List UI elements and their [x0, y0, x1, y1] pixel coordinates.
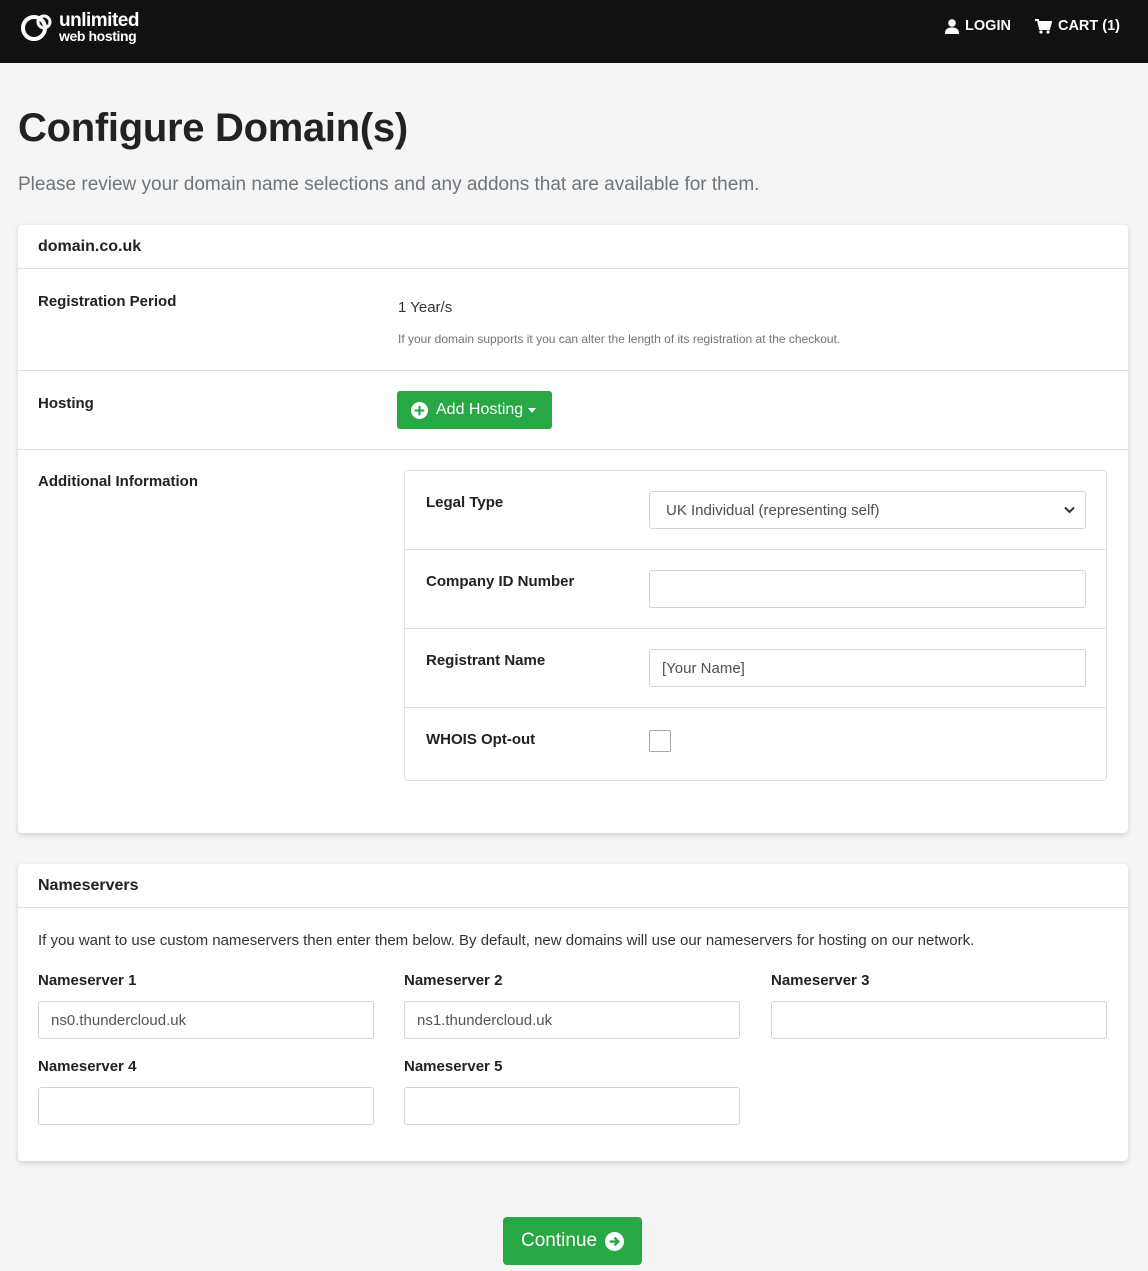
registration-period-row: Registration Period 1 Year/s If your dom… [18, 269, 1128, 371]
logo-icon [21, 14, 52, 41]
hosting-row: Hosting Add Hosting [18, 371, 1128, 450]
registrant-name-label: Registrant Name [426, 652, 546, 669]
continue-label: Continue [520, 1230, 598, 1251]
registration-period-label: Registration Period [38, 293, 177, 310]
whois-optout-checkbox[interactable] [649, 730, 671, 752]
add-hosting-button[interactable]: Add Hosting [397, 391, 552, 429]
nameserver-2-input[interactable]: ns1.thundercloud.uk [404, 1001, 740, 1039]
whois-optout-row: WHOIS Opt-out [405, 708, 1106, 780]
nameserver-4-label: Nameserver 4 [38, 1058, 137, 1075]
registrant-name-input[interactable]: [Your Name] [649, 649, 1086, 687]
whois-optout-label: WHOIS Opt-out [426, 731, 536, 748]
hosting-label: Hosting [38, 395, 94, 412]
login-link[interactable]: LOGIN [945, 18, 1011, 34]
continue-button[interactable]: Continue [503, 1217, 642, 1265]
page-title: Configure Domain(s) [18, 106, 408, 150]
brand-logo[interactable]: unlimited web hosting [17, 10, 139, 44]
chevron-down-icon [1064, 506, 1075, 514]
nameservers-card: Nameservers If you want to use custom na… [18, 864, 1128, 1161]
company-id-label: Company ID Number [426, 573, 575, 590]
legal-type-row: Legal Type UK Individual (representing s… [405, 471, 1106, 550]
registrant-name-row: Registrant Name [Your Name] [405, 629, 1106, 708]
arrow-circle-right-icon [605, 1231, 625, 1251]
nameserver-1-input[interactable]: ns0.thundercloud.uk [38, 1001, 374, 1039]
plus-circle-icon [411, 401, 428, 419]
additional-information-row: Additional Information Legal Type UK Ind… [18, 450, 1128, 810]
domain-card: domain.co.uk Registration Period 1 Year/… [18, 225, 1128, 833]
cart-link[interactable]: CART (1) [1034, 18, 1120, 34]
brand-text: unlimited web hosting [59, 11, 139, 43]
login-label: LOGIN [965, 18, 1011, 34]
cart-label: CART (1) [1057, 18, 1120, 34]
nameserver-4-input[interactable] [38, 1087, 374, 1125]
legal-type-label: Legal Type [426, 494, 504, 511]
legal-type-value: UK Individual (representing self) [666, 501, 880, 519]
nameservers-description: If you want to use custom nameservers th… [38, 932, 975, 949]
additional-fields-panel: Legal Type UK Individual (representing s… [404, 470, 1107, 781]
registration-period-help: If your domain supports it you can alter… [398, 332, 841, 346]
nameserver-3-label: Nameserver 3 [771, 972, 870, 989]
caret-down-icon [528, 407, 537, 413]
cart-icon [1034, 18, 1052, 34]
nameserver-5-label: Nameserver 5 [404, 1058, 503, 1075]
nameservers-heading: Nameservers [18, 864, 1128, 908]
nameserver-1-label: Nameserver 1 [38, 972, 137, 989]
brand-line2: web hosting [59, 28, 137, 44]
user-icon [945, 18, 960, 34]
legal-type-select[interactable]: UK Individual (representing self) [649, 491, 1086, 529]
company-id-input[interactable] [649, 570, 1086, 608]
company-id-row: Company ID Number [405, 550, 1106, 629]
page-subtitle: Please review your domain name selection… [18, 174, 760, 195]
additional-information-label: Additional Information [38, 473, 198, 490]
top-nav: LOGIN CART (1) [945, 18, 1120, 34]
registration-period-value: 1 Year/s [398, 299, 453, 316]
nameserver-2-label: Nameserver 2 [404, 972, 503, 989]
add-hosting-label: Add Hosting [436, 401, 524, 418]
domain-name-heading: domain.co.uk [18, 225, 1128, 269]
nameserver-5-input[interactable] [404, 1087, 740, 1125]
nameserver-3-input[interactable] [771, 1001, 1107, 1039]
top-navbar: unlimited web hosting LOGIN CART (1) [0, 0, 1148, 63]
